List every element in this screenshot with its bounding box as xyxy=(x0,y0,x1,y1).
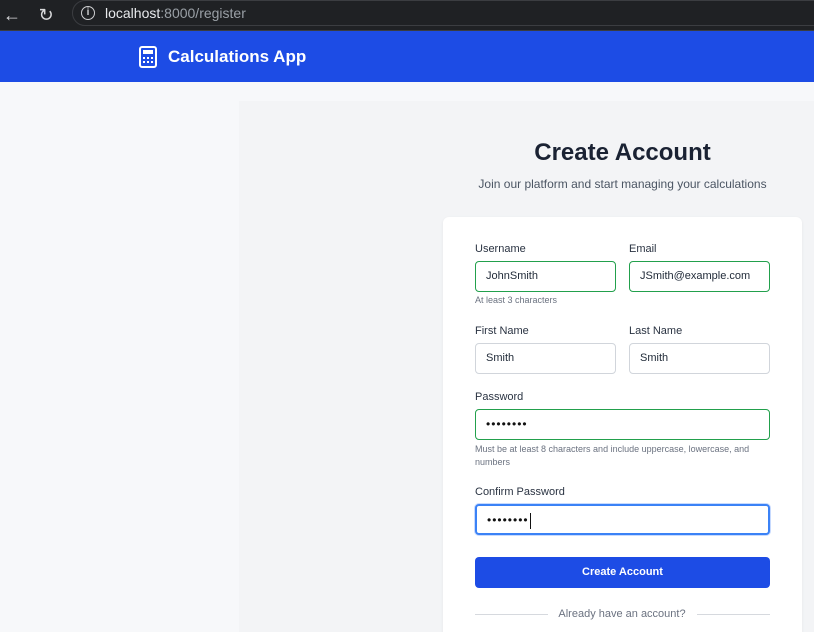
last-name-input[interactable]: Smith xyxy=(629,343,770,374)
confirm-password-label: Confirm Password xyxy=(475,486,565,498)
text-caret xyxy=(529,513,531,530)
first-name-label: First Name xyxy=(475,325,529,337)
email-label: Email xyxy=(629,243,657,255)
reload-icon[interactable]: ↻ xyxy=(34,3,58,27)
url-path: :8000/register xyxy=(160,5,246,21)
calculator-icon xyxy=(139,46,157,68)
username-label: Username xyxy=(475,243,526,255)
email-input[interactable]: JSmith@example.com xyxy=(629,261,770,292)
username-hint: At least 3 characters xyxy=(475,295,558,305)
password-hint: Must be at least 8 characters and includ… xyxy=(475,444,750,467)
app-header: Calculations App xyxy=(0,31,814,82)
confirm-password-input[interactable]: •••••••• xyxy=(475,504,770,535)
first-name-input[interactable]: Smith xyxy=(475,343,616,374)
divider-left xyxy=(475,614,548,615)
username-input[interactable]: JohnSmith xyxy=(475,261,616,292)
url-host: localhost xyxy=(105,5,161,21)
page-heading: Create Account Join our platform and sta… xyxy=(439,139,806,191)
login-prompt: Already have an account? xyxy=(558,608,686,620)
address-bar[interactable]: i localhost:8000/register xyxy=(72,0,814,26)
browser-toolbar: ← ↻ i localhost:8000/register xyxy=(0,0,814,31)
back-arrow-icon[interactable]: ← xyxy=(0,3,24,27)
create-account-button[interactable]: Create Account xyxy=(475,557,770,588)
page-title: Create Account xyxy=(534,139,711,166)
app-title[interactable]: Calculations App xyxy=(168,47,306,67)
password-label: Password xyxy=(475,391,524,403)
confirm-password-value: •••••••• xyxy=(487,513,529,527)
site-info-icon[interactable]: i xyxy=(81,6,95,20)
url-text: localhost:8000/register xyxy=(105,5,246,21)
page-subtitle: Join our platform and start managing you… xyxy=(478,177,767,191)
register-form-card: Username JohnSmith At least 3 characters… xyxy=(443,217,802,632)
divider-right xyxy=(697,614,770,615)
password-value: •••••••• xyxy=(486,417,528,431)
last-name-label: Last Name xyxy=(629,325,683,337)
password-input[interactable]: •••••••• xyxy=(475,409,770,440)
